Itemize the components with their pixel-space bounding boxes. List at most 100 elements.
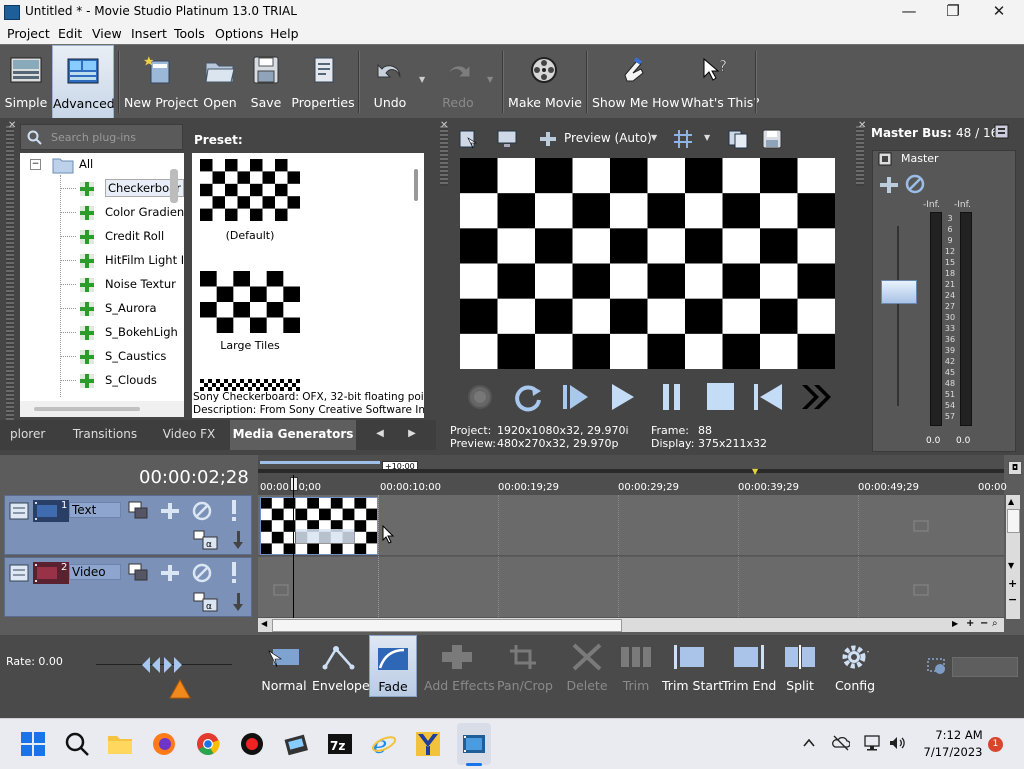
config-button[interactable]: Config — [830, 635, 880, 697]
track-header-text[interactable]: 1 Text α — [4, 495, 252, 555]
alpha-compositing-icon[interactable]: α — [193, 592, 219, 612]
collapse-toggle-icon[interactable]: − — [30, 159, 41, 170]
simple-button[interactable]: Simple — [2, 45, 50, 119]
scroll-thumb[interactable] — [1007, 509, 1020, 533]
timeline-vertical-scrollbar[interactable]: ▲ ▼ + − — [1006, 495, 1020, 619]
make-compositing-child-icon[interactable] — [231, 530, 245, 550]
external-monitor-icon[interactable] — [496, 129, 518, 149]
playhead-handle[interactable] — [290, 477, 298, 491]
preset-large-tiles[interactable]: Large Tiles — [192, 265, 308, 365]
plugin-item[interactable]: S_Caustics — [20, 346, 184, 368]
tab-scroll-left[interactable]: ◀ — [368, 420, 392, 450]
preview-quality-dropdown[interactable]: Preview (Auto) — [564, 131, 652, 145]
play-button[interactable] — [604, 380, 640, 414]
screen-recorder-icon[interactable] — [239, 731, 265, 757]
scroll-up-arrow[interactable]: ▲ — [1008, 497, 1014, 506]
track-name-field[interactable]: Video — [69, 564, 121, 580]
solo-icon[interactable] — [229, 498, 239, 522]
trim-end-button[interactable]: Trim End — [722, 635, 776, 697]
fade-tool-button[interactable]: Fade — [369, 635, 417, 697]
scroll-thumb[interactable] — [34, 407, 140, 411]
pause-button[interactable] — [654, 380, 690, 414]
tree-horizontal-scrollbar[interactable] — [20, 401, 184, 417]
show-me-how-button[interactable]: Show Me How — [592, 45, 679, 119]
preset-default[interactable]: (Default) — [192, 153, 308, 263]
solo-icon[interactable] — [229, 560, 239, 584]
notification-badge[interactable]: 1 — [988, 737, 1003, 752]
tab-video-fx[interactable]: Video FX — [152, 420, 226, 450]
track-motion-icon[interactable] — [159, 501, 181, 521]
video-editor-app-icon[interactable] — [283, 731, 309, 757]
minimize-button[interactable]: — — [886, 0, 932, 24]
checkerboard-event-clip[interactable] — [260, 497, 378, 555]
undo-dropdown-arrow[interactable]: ▼ — [419, 75, 425, 84]
menu-options[interactable]: Options — [215, 26, 263, 41]
scroll-left-arrow[interactable]: ◀ — [261, 619, 267, 628]
menu-tools[interactable]: Tools — [174, 26, 205, 41]
plugin-item[interactable]: Color Gradien — [20, 202, 184, 224]
redo-dropdown-arrow[interactable]: ▼ — [487, 75, 493, 84]
plugin-item[interactable]: S_BokehLigh — [20, 322, 184, 344]
yahoo-app-icon[interactable] — [415, 731, 441, 757]
mute-icon[interactable] — [191, 500, 213, 522]
save-snapshot-icon[interactable] — [761, 128, 783, 150]
tab-explorer[interactable]: plorer — [4, 420, 54, 450]
chevron-down-icon[interactable]: ▼ — [704, 133, 710, 142]
time-ruler[interactable]: +10:00 ▼ 00:00:00;0000:00:10:0000:00:19;… — [258, 455, 1007, 495]
advanced-button[interactable]: Advanced — [52, 45, 115, 119]
video-properties-icon[interactable] — [458, 129, 478, 149]
marker-bar[interactable] — [258, 469, 1004, 473]
loop-region-bar[interactable] — [260, 461, 380, 464]
track-lane-video[interactable] — [258, 557, 1004, 618]
zoom-in-icon[interactable]: + — [966, 618, 974, 629]
mute-icon[interactable] — [905, 174, 925, 194]
grid-overlay-icon[interactable] — [672, 129, 694, 149]
zoom-in-icon[interactable]: + — [1008, 577, 1017, 590]
video-preview-canvas[interactable] — [460, 158, 835, 369]
panel-grip[interactable] — [6, 126, 14, 446]
pan-crop-button[interactable]: Pan/Crop — [494, 635, 556, 697]
open-button[interactable]: Open — [198, 45, 242, 119]
plugin-item[interactable]: Noise Textur — [20, 274, 184, 296]
close-button[interactable]: ✕ — [976, 0, 1022, 24]
file-explorer-icon[interactable] — [107, 731, 133, 757]
make-compositing-child-icon[interactable] — [231, 592, 245, 612]
search-plugins-input[interactable]: Search plug-ins — [20, 124, 183, 150]
play-from-start-button[interactable] — [557, 380, 593, 414]
split-screen-icon[interactable] — [538, 130, 558, 148]
track-header-video[interactable]: 2 Video α — [4, 557, 252, 617]
playhead-cursor[interactable] — [293, 475, 294, 619]
master-fx-icon[interactable] — [878, 152, 892, 166]
redo-button[interactable]: Redo — [432, 45, 484, 119]
more-controls-button[interactable] — [798, 380, 834, 414]
timecode-display[interactable]: 00:00:02;28 — [139, 467, 249, 488]
track-expand-icon[interactable] — [9, 563, 29, 583]
panel-grip[interactable] — [440, 126, 448, 186]
trim-start-button[interactable]: Trim Start — [662, 635, 723, 697]
plugin-item[interactable]: Credit Roll — [20, 226, 184, 248]
tree-vertical-scrollbar[interactable] — [170, 169, 178, 203]
compositing-mode-icon[interactable] — [127, 500, 149, 520]
add-effects-button[interactable]: Add Effects — [424, 635, 495, 697]
timeline-horizontal-scrollbar[interactable]: ◀ ▶ + − ⌕ — [258, 618, 1004, 632]
scroll-thumb[interactable] — [272, 619, 622, 632]
windows-start-icon[interactable] — [20, 731, 46, 757]
loop-playback-button[interactable] — [510, 380, 546, 414]
panel-close-icon[interactable]: ✕ — [858, 120, 866, 131]
menu-edit[interactable]: Edit — [58, 26, 82, 41]
clock-date[interactable]: 7/17/2023 — [917, 745, 989, 759]
normal-tool-button[interactable]: Normal — [260, 635, 308, 697]
search-icon[interactable] — [64, 731, 90, 757]
mute-icon[interactable] — [191, 562, 213, 584]
plugin-item[interactable]: Checkerboar — [20, 178, 184, 200]
track-name-field[interactable]: Text — [69, 502, 121, 518]
track-motion-icon[interactable] — [159, 563, 181, 583]
tab-media-generators[interactable]: Media Generators — [230, 420, 356, 450]
undo-button[interactable]: Undo — [364, 45, 416, 119]
menu-insert[interactable]: Insert — [131, 26, 167, 41]
make-movie-button[interactable]: Make Movie — [508, 45, 582, 119]
tab-transitions[interactable]: Transitions — [62, 420, 148, 450]
scroll-down-arrow[interactable]: ▼ — [1008, 561, 1014, 570]
plugin-item[interactable]: S_Clouds — [20, 370, 184, 392]
go-to-start-button[interactable] — [750, 380, 786, 414]
